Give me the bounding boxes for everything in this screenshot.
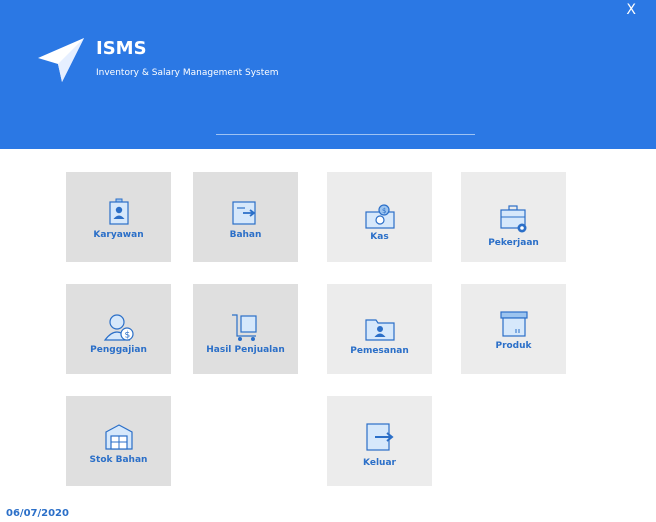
tile-bahan[interactable]: Bahan [193,172,298,262]
tile-label: Bahan [229,230,262,240]
header-divider [216,134,475,135]
tile-kas[interactable]: $ Kas [327,172,432,262]
svg-text:$: $ [124,331,130,341]
tile-label: Penggajian [90,345,147,355]
box-arrow-icon [231,201,256,225]
status-date: 06/07/2020 [6,508,69,519]
id-badge-icon [108,198,129,225]
salary-person-icon: $ [103,314,134,341]
tile-keluar[interactable]: Keluar [327,396,432,486]
tile-label: Pemesanan [350,346,409,356]
navigation-arrow-icon [38,38,84,82]
app-title: ISMS [96,38,147,59]
cash-icon: $ [364,204,395,229]
tile-pemesanan[interactable]: Pemesanan [327,284,432,374]
tile-label: Hasil Penjualan [206,345,285,355]
tile-produk[interactable]: Produk [461,284,566,374]
cart-box-icon [231,314,257,341]
tile-karyawan[interactable]: Karyawan [66,172,171,262]
close-button[interactable]: X [626,3,636,17]
folder-user-icon [364,319,395,341]
app-subtitle: Inventory & Salary Management System [96,68,279,78]
product-box-icon [499,311,528,337]
warehouse-icon [104,424,133,450]
tile-label: Stok Bahan [89,455,148,465]
tile-label: Pekerjaan [488,238,539,248]
tile-label: Kas [370,232,389,242]
tile-label: Produk [495,341,532,351]
tile-pekerjaan[interactable]: Pekerjaan [461,172,566,262]
briefcase-gear-icon [499,205,526,233]
tile-label: Karyawan [93,230,144,240]
header-bar: ISMS Inventory & Salary Management Syste… [0,0,656,149]
svg-text:$: $ [382,207,386,215]
tile-hasil-penjualan[interactable]: Hasil Penjualan [193,284,298,374]
exit-icon [365,423,394,451]
tile-penggajian[interactable]: $ Penggajian [66,284,171,374]
tile-label: Keluar [363,458,396,468]
tile-stok-bahan[interactable]: Stok Bahan [66,396,171,486]
